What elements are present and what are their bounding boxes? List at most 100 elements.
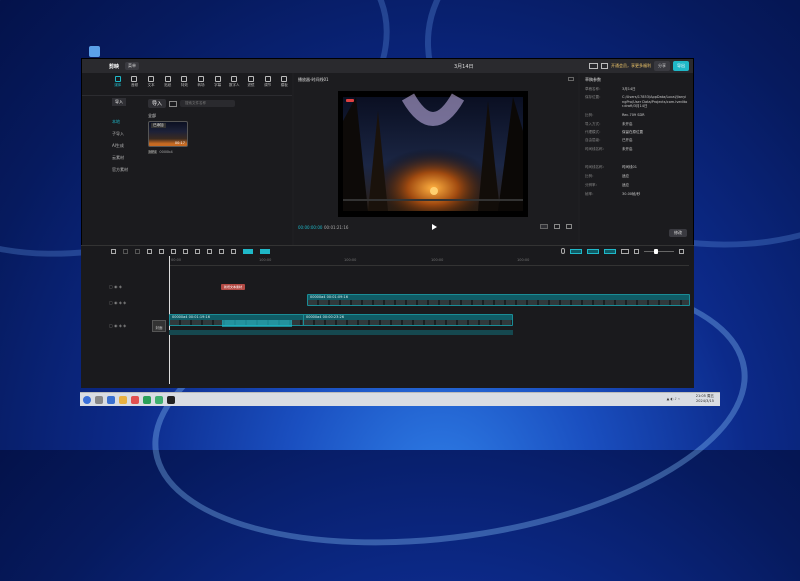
play-icon[interactable]: [432, 224, 437, 230]
all-label: 全部: [148, 113, 156, 118]
sidebar-item-import[interactable]: 导入: [112, 98, 126, 106]
draft-param-key: 比例：: [585, 113, 596, 117]
ratio-button[interactable]: [540, 224, 548, 229]
draft-param-value: 30.00帧/秒: [622, 192, 641, 196]
import-button[interactable]: 导入: [148, 99, 167, 108]
mirror-icon[interactable]: [207, 248, 212, 254]
media-panel: 媒体 音频 文本 贴纸 特效 转场 字幕 数字人 滤镜 调节 模板 导入 本地 …: [82, 73, 292, 245]
ai-tool-badge[interactable]: [243, 248, 253, 254]
cover-button[interactable]: 封面: [152, 320, 166, 332]
capcut-taskbar-icon[interactable]: [167, 396, 175, 404]
draft-param-value: 已开启: [622, 138, 633, 142]
zoom-handle[interactable]: [654, 248, 658, 254]
crop-icon[interactable]: [231, 248, 236, 254]
timeline-right-controls: [561, 248, 684, 254]
vip-join[interactable]: 开通会员，享更多福利: [611, 63, 651, 69]
split-right-icon[interactable]: [171, 248, 176, 254]
taskbar: ▲ ◐ ♪ ⌁ 21:05 周五 2024/3/15: [80, 392, 720, 406]
tab-template[interactable]: 模板: [276, 76, 292, 88]
taskbar-app-icon[interactable]: [155, 396, 163, 404]
share-button[interactable]: 分享: [654, 61, 670, 71]
magnet-toggle[interactable]: [587, 248, 599, 254]
sidebar-item-official[interactable]: 官方素材: [112, 167, 128, 173]
player-panel: 播放器-时间线01 00:00:00:00 00:01:21:16: [294, 73, 578, 245]
tab-media[interactable]: 媒体: [110, 76, 126, 88]
select-tool-icon[interactable]: [111, 248, 116, 254]
clip-name: 00000a4 00:00:23:26: [306, 315, 344, 319]
sidebar-item-local[interactable]: 本地: [112, 119, 120, 125]
split-left-icon[interactable]: [159, 248, 164, 254]
fit-icon[interactable]: [554, 224, 560, 229]
export-button[interactable]: 导出: [673, 61, 689, 71]
rotate-icon[interactable]: [219, 248, 224, 254]
minus-icon[interactable]: [634, 248, 639, 254]
freeze-icon[interactable]: [195, 248, 200, 254]
folder-icon[interactable]: [119, 396, 127, 404]
taskbar-app-icon[interactable]: [95, 396, 103, 404]
sidebar-item-ai[interactable]: AI生成: [112, 143, 124, 149]
track-controls-2[interactable]: ▢ ◉ ◈ ◈: [109, 300, 126, 305]
taskbar-app-icon[interactable]: [131, 396, 139, 404]
preview-axis-toggle[interactable]: [604, 248, 616, 254]
tab-transition[interactable]: 转场: [193, 76, 209, 88]
tray-icons[interactable]: ▲ ◐ ♪ ⌁: [667, 397, 680, 401]
tab-caption[interactable]: 字幕: [210, 76, 226, 88]
draft-param-key: 比例：: [585, 174, 596, 178]
text-clip[interactable]: 新增文本素材: [221, 284, 245, 290]
ruler-tick: 100:00: [517, 258, 530, 262]
media-clip-thumbnail[interactable]: 已添加 00:17: [148, 121, 188, 147]
video-preview[interactable]: [338, 91, 528, 217]
title-bar: 剪映 菜单 3月14日 开通会员，享更多福利 分享 导出: [82, 59, 693, 73]
sidebar-item-sub-import[interactable]: 子导入: [112, 131, 124, 137]
file-type-badge: MP4: [148, 150, 158, 154]
media-icon: [114, 76, 121, 82]
tab-digital-human[interactable]: 数字人: [226, 76, 242, 88]
tab-sticker[interactable]: 贴纸: [160, 76, 176, 88]
redo-icon[interactable]: [135, 248, 140, 254]
video-clip-main-2[interactable]: 00000a4 00:00:23:26: [303, 314, 513, 326]
total-time: 00:01:21:16: [324, 225, 349, 230]
audio-icon: [131, 76, 138, 82]
ai-tool-badge[interactable]: [260, 248, 270, 254]
draft-param-key: 帧率：: [585, 192, 596, 196]
view-toggle-icon[interactable]: [169, 100, 178, 107]
search-input[interactable]: 搜索文件名称: [180, 100, 236, 107]
tab-adjust[interactable]: 调节: [260, 76, 276, 88]
tab-audio[interactable]: 音频: [127, 76, 143, 88]
layout-icon[interactable]: [589, 63, 598, 69]
tab-filter[interactable]: 滤镜: [243, 76, 259, 88]
draft-param-key: 分辨率：: [585, 183, 599, 187]
track-controls-1[interactable]: ▢ ◉ ◈: [109, 284, 122, 289]
menu-button[interactable]: 菜单: [125, 62, 140, 70]
app-logo: 剪映: [109, 63, 120, 70]
zoom-slider[interactable]: [644, 248, 674, 254]
track-controls-3[interactable]: ▢ ◉ ◈ ◈: [109, 323, 126, 328]
divider: [82, 95, 292, 96]
template-icon: [281, 76, 288, 82]
video-clip-upper[interactable]: 00000a4 00:01:09:16: [307, 294, 690, 306]
store-icon[interactable]: [143, 396, 151, 404]
shortcut-icon[interactable]: [601, 63, 608, 69]
draft-param-key: 自由层级：: [585, 138, 603, 142]
tab-text[interactable]: 文本: [143, 76, 159, 88]
eye-icon[interactable]: [621, 248, 629, 254]
edit-button[interactable]: 修改: [669, 229, 687, 237]
night-sky-image: [343, 93, 523, 211]
taskbar-app-icon[interactable]: [107, 396, 115, 404]
clip-thumbnails: [304, 320, 512, 325]
clip-duration: 00:17: [174, 141, 185, 145]
tab-effects[interactable]: 特效: [177, 76, 193, 88]
split-icon[interactable]: [147, 248, 152, 254]
sidebar-item-cloud[interactable]: 云素材: [112, 155, 124, 161]
plus-icon[interactable]: [679, 248, 684, 254]
link-toggle[interactable]: [570, 248, 582, 254]
player-menu-icon[interactable]: [568, 77, 574, 81]
fullscreen-icon[interactable]: [566, 224, 572, 229]
undo-icon[interactable]: [123, 248, 128, 254]
start-icon[interactable]: [83, 396, 91, 404]
mic-icon[interactable]: [561, 248, 565, 254]
audio-waveform-track[interactable]: [169, 330, 513, 335]
clock[interactable]: 21:05 周五 2024/3/15: [696, 394, 714, 404]
delete-icon[interactable]: [183, 248, 188, 254]
selected-range[interactable]: [222, 320, 292, 327]
